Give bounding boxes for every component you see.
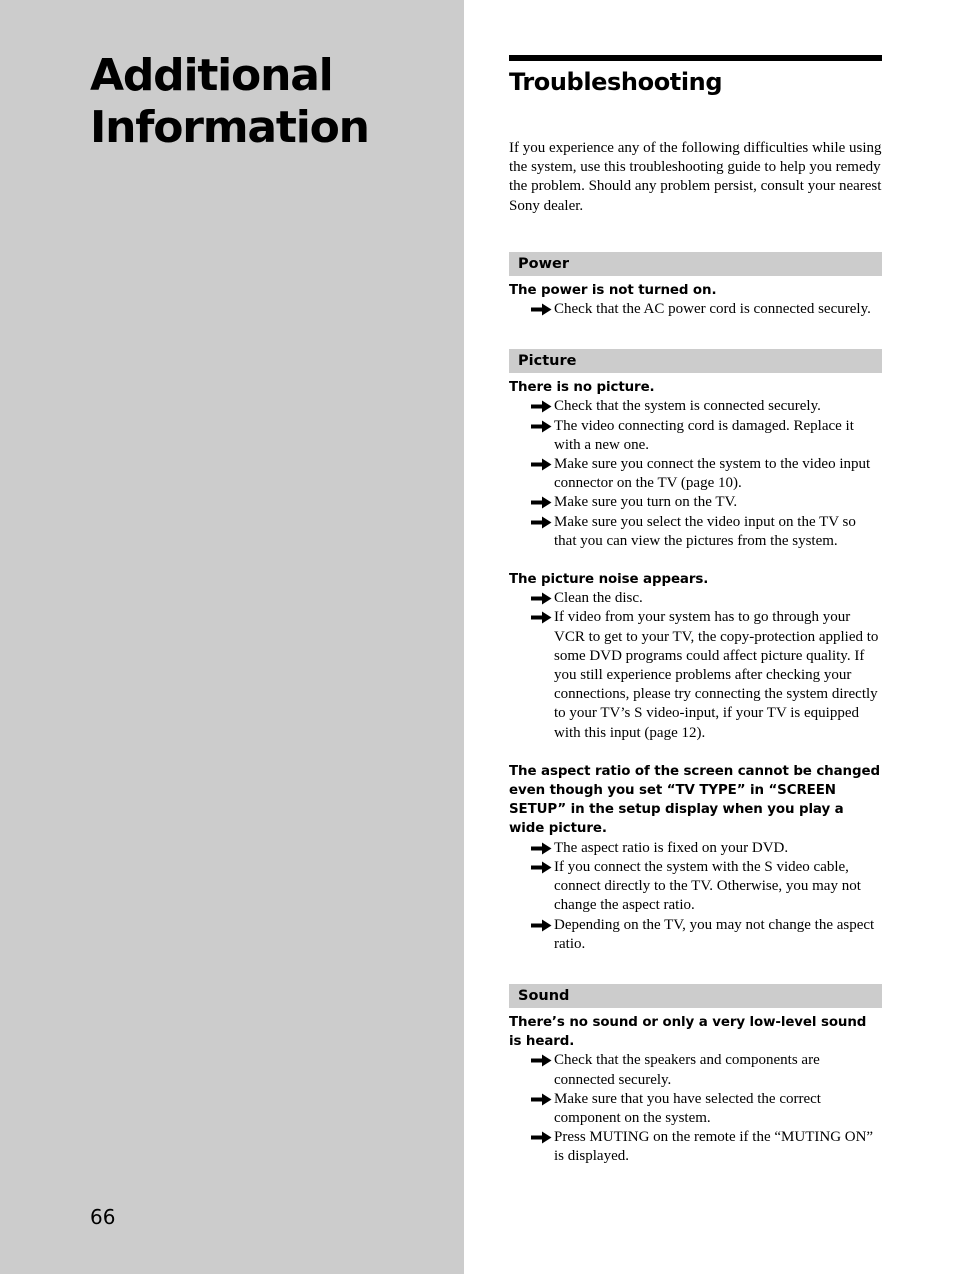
solution-list: The aspect ratio is fixed on your DVD. If… [509, 839, 882, 954]
page-number: 66 [90, 1205, 116, 1229]
problem-title: There’s no sound or only a very low-leve… [509, 1014, 867, 1050]
solution-list: Check that the system is connected secur… [509, 397, 882, 551]
solution-text: Make sure you connect the system to the … [554, 456, 871, 492]
top-rule-divider [509, 55, 882, 61]
solution-text: The aspect ratio is fixed on your DVD. [554, 839, 789, 856]
category-header: Picture [509, 349, 882, 374]
solution-text: Press MUTING on the remote if the “MUTIN… [554, 1129, 874, 1165]
right-arrow-icon [531, 400, 552, 413]
solution-item: If video from your system has to go thro… [509, 608, 882, 742]
right-arrow-icon [531, 1131, 552, 1144]
solution-text: Make sure that you have selected the cor… [554, 1090, 821, 1126]
solution-text: The video connecting cord is damaged. Re… [554, 417, 854, 453]
page-title: Troubleshooting [509, 68, 723, 96]
solution-text: Check that the system is connected secur… [554, 398, 821, 415]
solution-item: Make sure you select the video input on … [509, 513, 882, 551]
right-arrow-icon [531, 458, 552, 471]
problem-title: The power is not turned on. [509, 282, 717, 298]
right-arrow-icon [531, 1054, 552, 1067]
problem-block: There’s no sound or only a very low-leve… [509, 1013, 882, 1167]
right-arrow-icon [531, 1093, 552, 1106]
chapter-title: Additional Information [90, 50, 370, 154]
problem-block: There is no picture. Check that the syste… [509, 378, 882, 551]
solution-text: Check that the AC power cord is connecte… [554, 301, 871, 318]
solution-item: Check that the AC power cord is connecte… [509, 300, 882, 319]
troubleshooting-content: Troubleshooting If you experience any of… [509, 55, 882, 1167]
section-power: Power The power is not turned on. Check th… [509, 251, 882, 319]
chapter-title-line1: Additional [90, 50, 334, 101]
solution-text: Check that the speakers and components a… [554, 1052, 820, 1088]
solution-item: Make sure you turn on the TV. [509, 493, 882, 512]
solution-list: Check that the speakers and components a… [509, 1051, 882, 1166]
problem-block: The picture noise appears. Clean the disc… [509, 570, 882, 743]
solution-list: Clean the disc. If video from your system… [509, 589, 882, 743]
problem-title: The picture noise appears. [509, 572, 709, 588]
right-arrow-icon [531, 516, 552, 529]
solution-item: Press MUTING on the remote if the “MUTIN… [509, 1128, 882, 1166]
section-sound: Sound There’s no sound or only a very low… [509, 983, 882, 1167]
solution-text: Make sure you select the video input on … [554, 513, 856, 549]
right-arrow-icon [531, 842, 552, 855]
solution-text: Clean the disc. [554, 590, 643, 607]
problem-block: The aspect ratio of the screen cannot be… [509, 762, 882, 954]
troubleshooting-sections: Power The power is not turned on. Check th… [509, 251, 882, 1167]
solution-text: If you connect the system with the S vid… [554, 858, 861, 914]
solution-item: Clean the disc. [509, 589, 882, 608]
solution-item: Check that the speakers and components a… [509, 1051, 882, 1089]
solution-item: Depending on the TV, you may not change … [509, 916, 882, 954]
solution-list: Check that the AC power cord is connecte… [509, 300, 882, 319]
chapter-title-line2: Information [90, 102, 370, 153]
intro-paragraph: If you experience any of the following d… [509, 140, 882, 214]
solution-item: Make sure you connect the system to the … [509, 455, 882, 493]
solution-item: The video connecting cord is damaged. Re… [509, 417, 882, 455]
problem-title: There is no picture. [509, 380, 655, 396]
category-header: Power [509, 251, 882, 276]
right-arrow-icon [531, 303, 552, 316]
solution-item: Make sure that you have selected the cor… [509, 1090, 882, 1128]
problem-block: The power is not turned on. Check that th… [509, 281, 882, 319]
solution-text: Make sure you turn on the TV. [554, 494, 738, 511]
chapter-panel: Additional Information 66 [0, 0, 464, 1274]
section-picture: Picture There is no picture. Check that th… [509, 349, 882, 954]
problem-title: The aspect ratio of the screen cannot be… [509, 763, 880, 837]
category-header: Sound [509, 983, 882, 1008]
solution-item: If you connect the system with the S vid… [509, 858, 882, 916]
solution-text: If video from your system has to go thro… [554, 609, 879, 741]
right-arrow-icon [531, 496, 552, 509]
right-arrow-icon [531, 592, 552, 605]
right-arrow-icon [531, 611, 552, 624]
solution-text: Depending on the TV, you may not change … [554, 916, 875, 952]
right-arrow-icon [531, 861, 552, 874]
right-arrow-icon [531, 919, 552, 932]
solution-item: The aspect ratio is fixed on your DVD. [509, 839, 882, 858]
right-arrow-icon [531, 420, 552, 433]
solution-item: Check that the system is connected secur… [509, 397, 882, 416]
